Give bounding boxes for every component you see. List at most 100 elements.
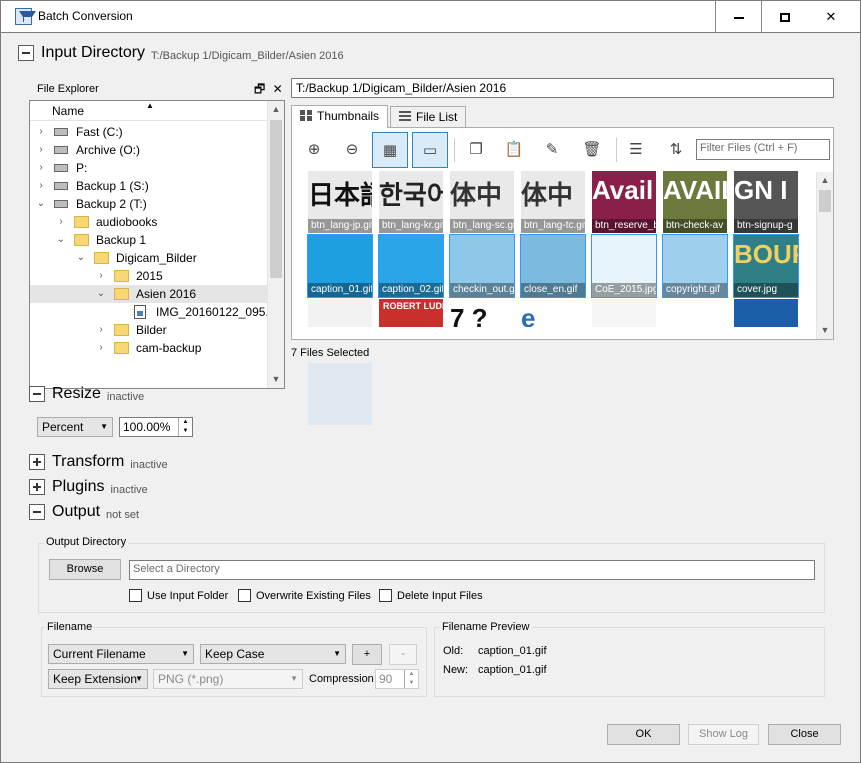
resize-unit-select[interactable]: Percent ▼ bbox=[37, 417, 113, 437]
thumbnail-item[interactable]: CoE_2015.jpg bbox=[591, 234, 657, 298]
chevron-down-icon[interactable]: ⌄ bbox=[96, 285, 106, 303]
edit-button[interactable]: ✎ bbox=[534, 132, 570, 168]
thumbnail-scrollbar[interactable]: ▲ ▼ bbox=[816, 172, 833, 339]
filename-mode-select[interactable]: Current Filename ▼ bbox=[48, 644, 194, 664]
minimize-button[interactable] bbox=[715, 1, 761, 32]
spin-arrows-icon[interactable]: ▲ ▼ bbox=[178, 418, 192, 436]
delete-button[interactable]: 🗑 bbox=[574, 132, 610, 168]
compression-spinbox[interactable]: 90 ▲ ▼ bbox=[375, 669, 419, 689]
collapse-resize-button[interactable] bbox=[29, 386, 45, 402]
collapse-input-directory-button[interactable] bbox=[18, 45, 34, 61]
tree-item[interactable]: › Fast (C:) bbox=[30, 123, 268, 141]
case-mode-select[interactable]: Keep Case ▼ bbox=[200, 644, 346, 664]
chevron-down-icon[interactable]: ⌄ bbox=[76, 249, 86, 267]
maximize-button[interactable] bbox=[761, 1, 807, 32]
close-button[interactable]: Close bbox=[768, 724, 841, 745]
thumbnail-item[interactable]: 7 ? bbox=[450, 299, 514, 327]
delete-input-files-checkbox[interactable]: Delete Input Files bbox=[379, 589, 483, 602]
resize-value-spinbox[interactable]: 100.00% ▲ ▼ bbox=[119, 417, 193, 437]
zoom-in-button[interactable]: ⊕ bbox=[296, 132, 332, 168]
tab-file-list[interactable]: File List bbox=[390, 106, 467, 128]
ok-button[interactable]: OK bbox=[607, 724, 680, 745]
overwrite-existing-checkbox[interactable]: Overwrite Existing Files bbox=[238, 589, 371, 602]
scroll-down-icon[interactable]: ▼ bbox=[268, 371, 284, 388]
scroll-thumb[interactable] bbox=[270, 120, 282, 278]
grid-view-button[interactable]: ▦ bbox=[372, 132, 408, 168]
thumbnail-item[interactable] bbox=[734, 299, 798, 327]
chevron-right-icon[interactable]: › bbox=[96, 267, 106, 285]
tree-scrollbar[interactable]: ▲ ▼ bbox=[267, 101, 284, 388]
chevron-right-icon[interactable]: › bbox=[36, 123, 46, 141]
tree-item[interactable]: › cam-backup bbox=[30, 339, 268, 357]
scroll-up-icon[interactable]: ▲ bbox=[817, 172, 833, 189]
paste-button[interactable]: 📋 bbox=[496, 132, 532, 168]
thumbnail-item[interactable]: ROBERT LUDLUMS bbox=[379, 299, 443, 327]
tree-item[interactable]: › Bilder bbox=[30, 321, 268, 339]
scroll-thumb[interactable] bbox=[819, 190, 831, 212]
scroll-up-icon[interactable]: ▲ bbox=[268, 101, 284, 118]
directory-path-input[interactable]: T:/Backup 1/Digicam_Bilder/Asien 2016 bbox=[291, 78, 834, 98]
tree-item[interactable]: ⌄ Backup 1 bbox=[30, 231, 268, 249]
thumbnail-item[interactable]: Avail btn_reserve_b bbox=[592, 171, 656, 233]
filter-files-input[interactable]: Filter Files (Ctrl + F) bbox=[696, 139, 830, 160]
thumbnail-item[interactable]: 한국어 btn_lang-kr.gif bbox=[379, 171, 443, 233]
chevron-right-icon[interactable]: › bbox=[36, 159, 46, 177]
sort-button[interactable]: ⇅ bbox=[658, 132, 694, 168]
spin-arrows-icon[interactable]: ▲ ▼ bbox=[404, 670, 418, 688]
thumbnail-item[interactable] bbox=[308, 363, 372, 425]
tree-item[interactable]: › Backup 1 (S:) bbox=[30, 177, 268, 195]
tab-thumbnails[interactable]: Thumbnails bbox=[291, 105, 389, 128]
thumbnail-item[interactable]: 日本語 btn_lang-jp.gif bbox=[308, 171, 372, 233]
add-rule-button[interactable]: + bbox=[352, 644, 382, 665]
thumbnail-item[interactable]: checkin_out.gif bbox=[449, 234, 515, 298]
file-tree[interactable]: Name ▲ › Fast (C:) › Archive (O:) › P: › Backup… bbox=[29, 100, 285, 389]
thumbnail-item[interactable]: 体中 btn_lang-tc.gif bbox=[521, 171, 585, 233]
thumbnail-item[interactable]: copyright.gif bbox=[662, 234, 728, 298]
thumbnail-item[interactable]: e bbox=[521, 299, 585, 327]
tree-item[interactable]: ⌄ Backup 2 (T:) bbox=[30, 195, 268, 213]
chevron-right-icon[interactable]: › bbox=[96, 339, 106, 357]
output-directory-input[interactable]: Select a Directory bbox=[129, 560, 815, 580]
thumbnail-item[interactable]: caption_01.gif bbox=[307, 234, 373, 298]
thumbnail-item[interactable]: 体中 btn_lang-sc.gif bbox=[450, 171, 514, 233]
single-view-button[interactable]: ▭ bbox=[412, 132, 448, 168]
remove-rule-button[interactable]: - bbox=[389, 644, 417, 665]
tree-item[interactable]: › audiobooks bbox=[30, 213, 268, 231]
collapse-output-button[interactable] bbox=[29, 504, 45, 520]
thumbnail-item[interactable]: BOURNE cover.jpg bbox=[733, 234, 799, 298]
close-panel-icon[interactable]: ✕ bbox=[273, 82, 283, 96]
expand-transform-button[interactable] bbox=[29, 454, 45, 470]
thumbnail-item[interactable]: AVAIL btn-check-av bbox=[663, 171, 727, 233]
thumbnail-item[interactable] bbox=[308, 299, 372, 327]
thumbnail-item[interactable]: GN I btn-signup-g bbox=[734, 171, 798, 233]
list-options-button[interactable]: ☰ bbox=[618, 132, 654, 168]
chevron-right-icon[interactable]: › bbox=[36, 177, 46, 195]
scroll-down-icon[interactable]: ▼ bbox=[817, 322, 833, 339]
chevron-right-icon[interactable]: › bbox=[36, 141, 46, 159]
chevron-right-icon[interactable]: › bbox=[96, 321, 106, 339]
tree-column-header[interactable]: Name ▲ bbox=[30, 101, 268, 121]
browse-button[interactable]: Browse bbox=[49, 559, 121, 580]
show-log-button[interactable]: Show Log bbox=[688, 724, 759, 745]
copy-button[interactable]: ❐ bbox=[458, 132, 494, 168]
chevron-down-icon[interactable]: ⌄ bbox=[56, 231, 66, 249]
close-window-button[interactable]: ✕ bbox=[808, 1, 854, 32]
thumbnail-item[interactable] bbox=[663, 299, 727, 327]
extension-mode-select[interactable]: Keep Extension ▼ bbox=[48, 669, 148, 689]
thumbnail-item[interactable] bbox=[592, 299, 656, 327]
format-select[interactable]: PNG (*.png) ▼ bbox=[153, 669, 303, 689]
chevron-right-icon[interactable]: › bbox=[56, 213, 66, 231]
thumbnail-item[interactable]: close_en.gif bbox=[520, 234, 586, 298]
tree-item[interactable]: ⌄ Asien 2016 bbox=[30, 285, 268, 303]
float-panel-icon[interactable]: 🗗 bbox=[254, 82, 265, 96]
chevron-down-icon[interactable]: ⌄ bbox=[36, 195, 46, 213]
tree-item[interactable]: ⌄ Digicam_Bilder bbox=[30, 249, 268, 267]
tree-item[interactable]: › Archive (O:) bbox=[30, 141, 268, 159]
tree-item[interactable]: › P: bbox=[30, 159, 268, 177]
expand-plugins-button[interactable] bbox=[29, 479, 45, 495]
zoom-out-button[interactable]: ⊖ bbox=[334, 132, 370, 168]
use-input-folder-checkbox[interactable]: Use Input Folder bbox=[129, 589, 228, 602]
tree-item[interactable]: IMG_20160122_095... bbox=[30, 303, 275, 321]
tree-item[interactable]: › 2015 bbox=[30, 267, 268, 285]
thumbnail-item[interactable]: caption_02.gif bbox=[378, 234, 444, 298]
